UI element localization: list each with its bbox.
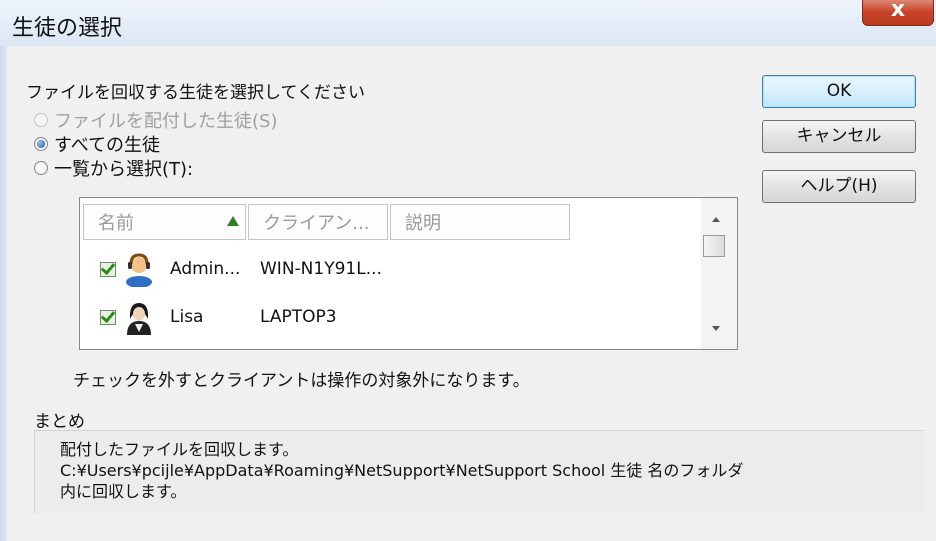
cancel-button[interactable]: キャンセル [762, 120, 916, 153]
female-student-icon [127, 303, 151, 335]
cell-name: Lisa [170, 307, 204, 327]
dialog-prompt: ファイルを回収する生徒を選択してください [26, 83, 365, 103]
radio-button[interactable] [34, 113, 48, 127]
summary-line: 内に回収します。 [60, 482, 187, 501]
uncheck-note: チェックを外すとクライアントは操作の対象外になります。 [73, 371, 530, 391]
title-bar: 生徒の選択 x [0, 0, 936, 46]
scroll-up-icon[interactable] [712, 217, 720, 222]
cell-client: LAPTOP3 [260, 307, 337, 327]
cell-client: WIN-N1Y91L... [260, 259, 382, 279]
column-header-description[interactable]: 説明 [390, 204, 570, 240]
ok-button[interactable]: OK [762, 75, 916, 108]
row-checkbox[interactable] [100, 309, 116, 325]
list-item[interactable]: Admin... WIN-N1Y91L... [83, 247, 400, 291]
radio-distributed-students[interactable]: ファイルを配付した生徒(S) [34, 107, 277, 133]
scroll-down-icon[interactable] [712, 326, 720, 331]
list-item[interactable]: Lisa LAPTOP3 [83, 295, 400, 339]
radio-label: 一覧から選択(T): [54, 159, 194, 180]
help-button[interactable]: ヘルプ(H) [762, 170, 916, 203]
window-title: 生徒の選択 [12, 16, 123, 41]
student-list[interactable]: 名前 クライアン... 説明 Admin... WIN-N1Y91L... Li… [79, 197, 738, 350]
close-button[interactable]: x [862, 0, 934, 26]
column-header-name[interactable]: 名前 [83, 204, 246, 240]
row-checkbox[interactable] [100, 261, 116, 277]
radio-label: ファイルを配付した生徒(S) [54, 111, 278, 132]
list-header: 名前 クライアン... 説明 [83, 204, 572, 240]
radio-button[interactable] [34, 137, 48, 151]
column-header-label: 説明 [405, 213, 441, 234]
radio-button[interactable] [34, 161, 48, 175]
summary-title: まとめ [34, 412, 85, 432]
cell-name: Admin... [170, 259, 241, 279]
radio-label: すべての生徒 [54, 135, 161, 156]
list-scrollbar[interactable] [701, 198, 737, 349]
close-icon: x [890, 0, 906, 22]
column-header-label: 名前 [98, 213, 134, 234]
headset-user-icon [126, 253, 152, 287]
sort-ascending-icon [227, 216, 239, 226]
radio-select-from-list[interactable]: 一覧から選択(T): [34, 155, 193, 181]
scroll-thumb[interactable] [703, 235, 725, 257]
column-header-label: クライアン... [263, 213, 370, 234]
radio-all-students[interactable]: すべての生徒 [34, 131, 160, 157]
column-header-client[interactable]: クライアン... [248, 204, 388, 240]
window-frame-left [0, 46, 7, 541]
